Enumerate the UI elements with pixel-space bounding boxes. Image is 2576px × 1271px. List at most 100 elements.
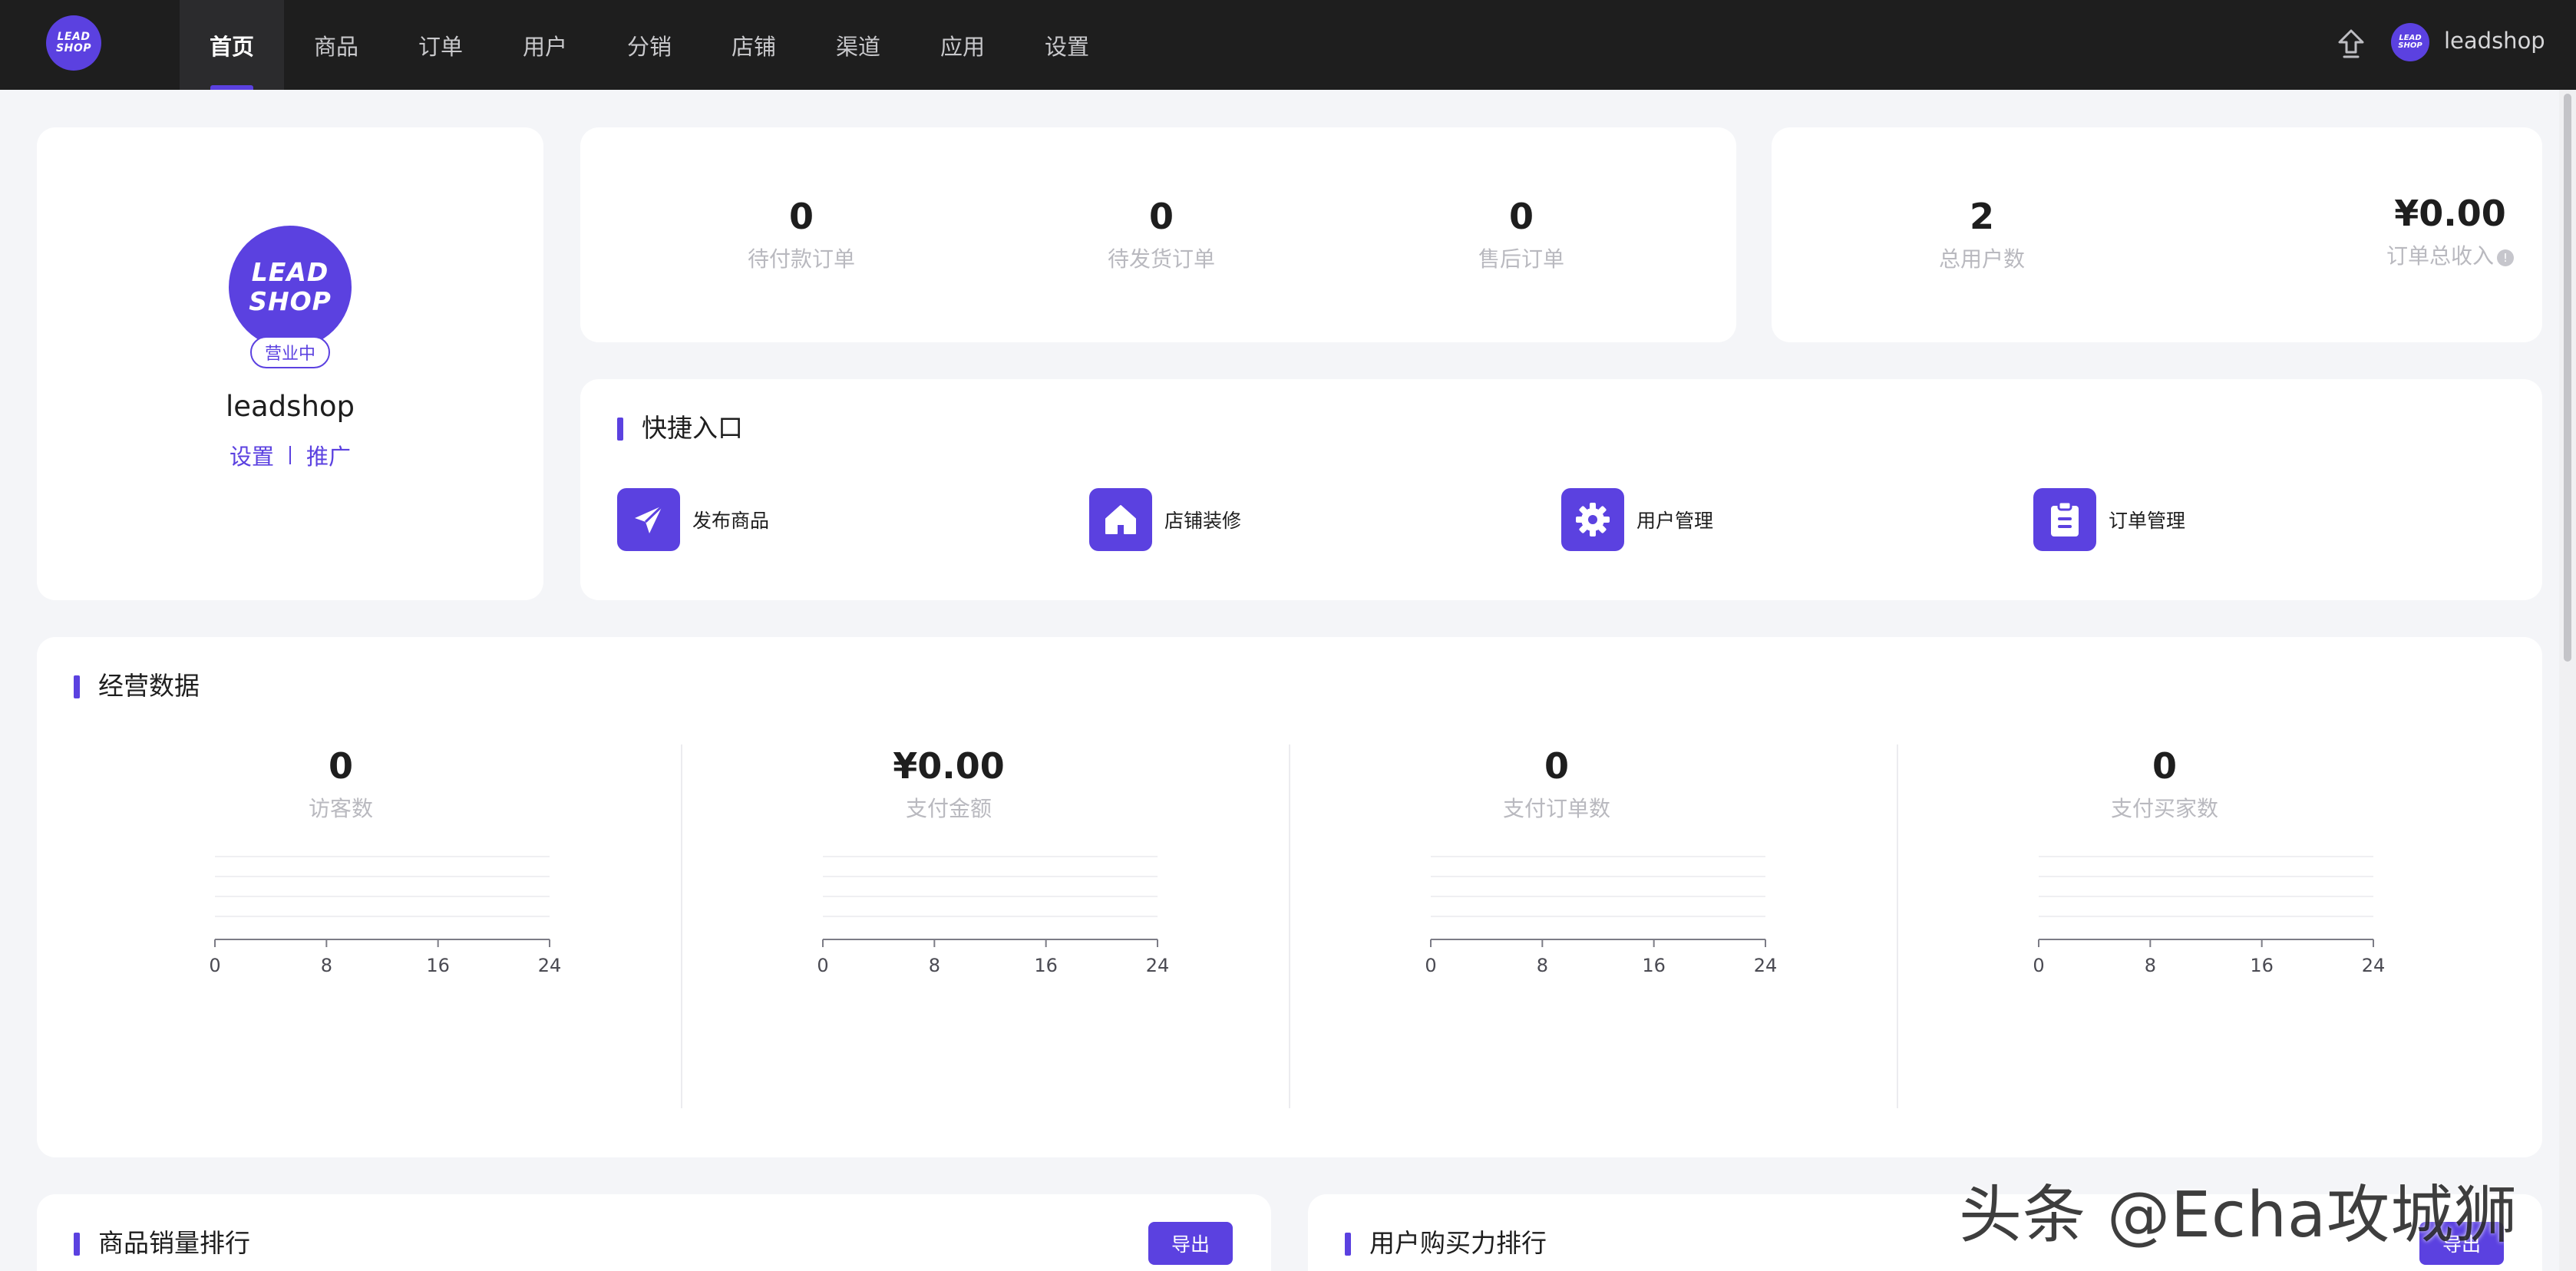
- nav-item-store[interactable]: 店铺: [702, 0, 806, 90]
- quick-order-management[interactable]: 订单管理: [2033, 488, 2185, 551]
- quick-entry-title: 快捷入口: [617, 413, 743, 444]
- stat-value: 0: [1544, 745, 1569, 787]
- watermark: 头条 @Echa攻城狮: [1959, 1179, 2518, 1252]
- quick-user-management[interactable]: 用户管理: [1561, 488, 1713, 551]
- stat-value: 0: [1508, 196, 1534, 237]
- x-tick-label: 24: [2362, 955, 2386, 976]
- main-nav: 首页 商品 订单 用户 分销 店铺 渠道 应用 设置: [180, 0, 1119, 90]
- stat-label: 支付买家数: [2110, 796, 2218, 821]
- stat-value: ¥0.00: [2394, 193, 2506, 234]
- business-data-card: 经营数据 0 访客数 ¥0.00 支付金额 0 支付订单数 0 支付买家数 0 8…: [37, 637, 2542, 1157]
- user-name[interactable]: leadshop: [2444, 28, 2545, 54]
- user-stats-card: 2 总用户数 ¥0.00 订单总收入!: [1772, 127, 2542, 342]
- export-product-ranking-button[interactable]: 导出: [1148, 1222, 1233, 1265]
- quick-store-decoration[interactable]: 店铺装修: [1089, 488, 1241, 551]
- payment-amount-stat[interactable]: ¥0.00 支付金额: [834, 744, 1064, 823]
- x-tick-label: 8: [929, 955, 940, 976]
- payment-amount-chart: 0 8 16 24: [817, 856, 1170, 976]
- stat-value: 0: [2152, 745, 2177, 787]
- stat-label: 支付金额: [905, 796, 992, 821]
- x-tick-label: 0: [817, 955, 828, 976]
- shop-promote-link[interactable]: 推广: [306, 439, 351, 471]
- shop-logo: LEAD SHOP: [229, 226, 352, 348]
- x-tick-label: 16: [1642, 955, 1666, 976]
- logo-line-1: LEAD: [57, 31, 91, 43]
- nav-item-products[interactable]: 商品: [284, 0, 388, 90]
- x-tick-label: 16: [1034, 955, 1058, 976]
- quick-item-label: 用户管理: [1636, 510, 1714, 532]
- nav-item-distribution[interactable]: 分销: [597, 0, 702, 90]
- shop-settings-link[interactable]: 设置: [230, 439, 274, 471]
- shop-logo-line-1: LEAD: [251, 257, 329, 287]
- shop-name: leadshop: [225, 390, 355, 423]
- shop-status-badge: 营业中: [250, 336, 330, 368]
- quick-entry-card: 快捷入口 发布商品 店铺装修 用户管理 订单管理: [580, 379, 2542, 600]
- gear-icon: [1561, 488, 1624, 551]
- shop-logo-line-2: SHOP: [249, 286, 332, 316]
- nav-item-orders[interactable]: 订单: [388, 0, 493, 90]
- after-sales-stat[interactable]: 0 售后订单: [1406, 195, 1636, 273]
- nav-item-settings[interactable]: 设置: [1015, 0, 1119, 90]
- x-tick-label: 16: [2250, 955, 2274, 976]
- stat-value: ¥0.00: [893, 745, 1005, 787]
- product-sales-ranking-card: 商品销量排行 导出: [37, 1194, 1271, 1271]
- column-divider: [681, 744, 682, 1108]
- stat-label: 访客数: [308, 796, 373, 821]
- user-ranking-title: 用户购买力排行: [1345, 1228, 1547, 1259]
- stat-label: 支付订单数: [1502, 796, 1610, 821]
- column-divider: [1897, 744, 1898, 1108]
- quick-item-label: 店铺装修: [1164, 510, 1242, 532]
- x-tick-label: 0: [2033, 955, 2044, 976]
- product-ranking-title: 商品销量排行: [74, 1228, 250, 1259]
- clipboard-icon: [2033, 488, 2096, 551]
- quick-item-label: 发布商品: [692, 510, 770, 532]
- order-stats-card: 0 待付款订单 0 待发货订单 0 售后订单: [580, 127, 1736, 342]
- paying-buyers-stat[interactable]: 0 支付买家数: [2049, 744, 2280, 823]
- link-separator: [289, 446, 291, 464]
- paper-plane-icon: [617, 488, 680, 551]
- stat-value: 0: [1148, 196, 1174, 237]
- stat-label: 待付款订单: [747, 246, 855, 272]
- scrollbar-thumb[interactable]: [2564, 94, 2571, 662]
- pending-payment-stat[interactable]: 0 待付款订单: [686, 195, 916, 273]
- x-tick-label: 8: [1537, 955, 1548, 976]
- stat-value: 0: [788, 196, 814, 237]
- nav-item-channels[interactable]: 渠道: [806, 0, 910, 90]
- leadshop-logo[interactable]: LEAD SHOP: [46, 15, 101, 71]
- column-divider: [1289, 744, 1290, 1108]
- x-tick-label: 0: [1425, 955, 1436, 976]
- revenue-label: 订单总收入: [2386, 243, 2494, 269]
- pending-shipment-stat[interactable]: 0 待发货订单: [1046, 195, 1276, 273]
- x-tick-label: 24: [538, 955, 562, 976]
- x-tick-label: 8: [2145, 955, 2156, 976]
- total-revenue-stat[interactable]: ¥0.00 订单总收入!: [2335, 192, 2565, 270]
- stat-label: 售后订单: [1478, 246, 1564, 272]
- stat-label: 订单总收入!: [2335, 239, 2565, 270]
- nav-item-apps[interactable]: 应用: [910, 0, 1015, 90]
- home-icon: [1089, 488, 1152, 551]
- quick-item-label: 订单管理: [2109, 510, 2186, 532]
- stat-value: 2: [1969, 196, 1994, 237]
- upload-icon[interactable]: [2333, 26, 2369, 61]
- business-data-title: 经营数据: [74, 671, 200, 702]
- shop-links: 设置 推广: [37, 439, 543, 471]
- paid-orders-stat[interactable]: 0 支付订单数: [1442, 744, 1672, 823]
- quick-publish-product[interactable]: 发布商品: [617, 488, 769, 551]
- top-navigation-bar: LEAD SHOP 首页 商品 订单 用户 分销 店铺 渠道 应用 设置 LEA…: [0, 0, 2576, 90]
- info-icon[interactable]: !: [2497, 249, 2514, 266]
- stat-value: 0: [328, 745, 353, 787]
- logo-line-2: SHOP: [56, 42, 91, 54]
- stat-label: 总用户数: [1938, 246, 2025, 272]
- x-tick-label: 0: [209, 955, 220, 976]
- x-tick-label: 16: [426, 955, 450, 976]
- nav-item-home[interactable]: 首页: [180, 0, 284, 90]
- total-users-stat[interactable]: 2 总用户数: [1867, 195, 2097, 273]
- avatar-line-2: SHOP: [2398, 41, 2422, 50]
- visitors-stat[interactable]: 0 访客数: [226, 744, 456, 823]
- user-avatar[interactable]: LEAD SHOP: [2391, 23, 2429, 61]
- x-tick-label: 24: [1754, 955, 1778, 976]
- visitors-chart: 0 8 16 24: [209, 856, 562, 976]
- shop-profile-card: LEAD SHOP 营业中 leadshop 设置 推广: [37, 127, 543, 600]
- x-tick-label: 24: [1146, 955, 1170, 976]
- nav-item-users[interactable]: 用户: [493, 0, 597, 90]
